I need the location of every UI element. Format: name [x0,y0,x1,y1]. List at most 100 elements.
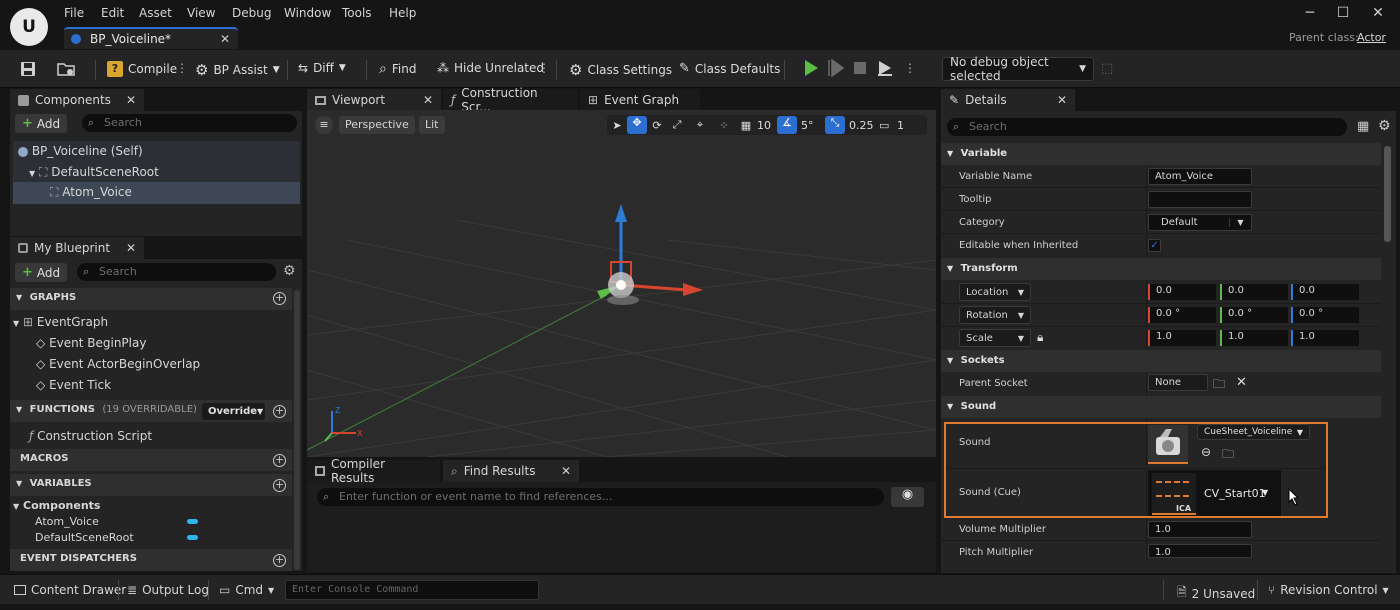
menu-view[interactable]: View [187,6,215,20]
tab-event-graph[interactable]: ⊞ Event Graph [580,89,700,111]
world-space-icon[interactable]: ⌖ [687,118,713,132]
event-graph-item[interactable]: ▼ ⊞ EventGraph [13,315,108,329]
table-view-icon[interactable]: ▦ [1357,119,1369,134]
scale-snap-value[interactable]: 0.25 [845,119,879,132]
tab-close-icon[interactable]: ✕ [220,32,230,46]
chevron-down-icon[interactable]: ▼ [1262,488,1268,497]
more-options-icon[interactable]: ⋮ [538,61,550,75]
graphs-section-header[interactable]: ▼ GRAPHS [10,288,292,310]
step-button[interactable] [828,59,844,77]
rotation-mode-dropdown[interactable]: Rotation ▼ [959,306,1031,324]
macros-section-header[interactable]: MACROS [10,449,292,471]
content-drawer-button[interactable]: Content Drawer [14,583,126,597]
gear-icon[interactable]: ⚙ [1378,118,1391,134]
tab-components[interactable]: Components ✕ [10,89,144,111]
camera-speed-icon[interactable]: ▭ [879,119,897,132]
location-z-field[interactable]: 0.0 [1291,284,1359,300]
location-y-field[interactable]: 0.0 [1220,284,1288,300]
transform-gizmo[interactable] [567,200,707,320]
close-icon[interactable]: ✕ [126,241,136,255]
play-button[interactable] [803,59,819,77]
scale-mode-icon[interactable]: ⤢ [667,118,687,132]
console-command-input[interactable]: Enter Console Command [285,580,539,600]
class-defaults-button[interactable]: ✎ Class Defaults [679,61,780,76]
components-search-input[interactable]: ⌕ Search [82,114,297,132]
sound-section-header[interactable]: ▼ Sound [941,396,1381,418]
category-combo[interactable]: Default ▼ [1148,214,1252,231]
rotation-z-field[interactable]: 0.0 ° [1291,307,1359,323]
details-search-input[interactable]: ⌕ Search [947,118,1347,136]
browse-content-icon[interactable] [57,61,75,77]
variable-item[interactable]: Atom_Voice [35,515,99,528]
volume-multiplier-field[interactable]: 1.0 [1148,521,1252,538]
output-log-button[interactable]: ≣ Output Log [127,583,209,597]
clear-icon[interactable]: ✕ [1236,375,1247,390]
find-button[interactable]: ⌕ Find [379,61,416,77]
sound-asset-picker[interactable]: CueSheet_Voiceline ▼ [1197,424,1310,440]
viewport[interactable]: ≡ Perspective Lit ➤ ✥ ⟳ ⤢ ⌖ ⁘ ▦ 10 ∡ 5° … [307,110,936,457]
variable-name-field[interactable]: Atom_Voice [1148,168,1252,185]
editable-inherited-checkbox[interactable]: ✓ [1148,239,1161,252]
close-icon[interactable]: ✕ [1057,93,1067,107]
add-blueprint-member-button[interactable]: + Add [15,263,68,282]
compile-options-icon[interactable]: ⋮ [176,61,188,75]
component-default-scene-root[interactable]: ▼ ⛶ DefaultSceneRoot [29,165,159,180]
minimize-button[interactable]: ─ [1299,5,1321,23]
gear-icon[interactable]: ⚙ [283,263,296,279]
add-graph-icon[interactable]: + [273,292,286,305]
menu-file[interactable]: File [64,6,84,20]
event-dispatchers-section-header[interactable]: EVENT DISPATCHERS [10,549,292,571]
variables-section-header[interactable]: ▼ VARIABLES [10,474,292,496]
transform-section-header[interactable]: ▼ Transform [941,258,1381,280]
add-dispatcher-icon[interactable]: + [273,554,286,567]
rotate-mode-icon[interactable]: ⟳ [647,119,667,132]
debug-object-select[interactable]: No debug object selected ▼ [942,55,1094,83]
rotation-snap-icon[interactable]: ∡ [777,116,797,134]
tab-find-results[interactable]: ⌕ Find Results ✕ [443,460,579,482]
maximize-button[interactable]: ☐ [1332,5,1354,23]
sound-thumbnail[interactable] [1148,425,1188,464]
grid-snap-icon[interactable]: ▦ [735,119,757,132]
close-window-button[interactable]: ✕ [1367,5,1389,23]
unreal-logo-icon[interactable]: U [10,8,48,46]
eject-button[interactable] [876,59,894,77]
tooltip-field[interactable] [1148,191,1252,208]
my-blueprint-scrollbar[interactable] [294,290,300,570]
scale-snap-icon[interactable]: ⤡ [825,116,845,134]
rotation-y-field[interactable]: 0.0 ° [1220,307,1288,323]
debug-filter-icon[interactable]: ⬚ [1101,61,1113,76]
use-selected-icon[interactable]: ⊖ [1201,445,1211,459]
revision-control-button[interactable]: ⑂ Revision Control ▼ [1268,583,1389,597]
perspective-button[interactable]: Perspective [339,116,415,134]
close-icon[interactable]: ✕ [126,93,136,107]
close-icon[interactable]: ✕ [561,464,571,478]
class-settings-button[interactable]: ⚙ Class Settings [569,61,672,79]
event-item[interactable]: ◇ Event BeginPlay [36,336,146,350]
location-mode-dropdown[interactable]: Location ▼ [959,283,1031,301]
tab-construction-script[interactable]: ƒ Construction Scr... [443,86,578,114]
tab-details[interactable]: ✎ Details ✕ [941,89,1075,111]
component-atom-voice[interactable]: ⛶ Atom_Voice [50,185,132,200]
pitch-multiplier-field[interactable]: 1.0 [1148,544,1252,558]
browse-folder-icon[interactable]: 🗀︎ [1222,445,1234,466]
variable-section-header[interactable]: ▼ Variable [941,143,1381,165]
lock-icon[interactable]: 🔒︎ [1037,330,1043,345]
translate-mode-icon[interactable]: ✥ [627,116,647,134]
menu-edit[interactable]: Edit [101,6,124,20]
menu-tools[interactable]: Tools [342,6,372,20]
add-macro-icon[interactable]: + [273,454,286,467]
stop-button[interactable] [853,60,867,76]
find-references-input[interactable]: ⌕ Enter function or event name to find r… [317,488,884,506]
compile-button[interactable]: ? Compile [107,61,177,77]
tab-bp-voiceline[interactable]: BP_Voiceline* ✕ [64,27,238,49]
parent-socket-field[interactable]: None [1148,374,1208,391]
parent-class-link[interactable]: Actor [1357,31,1386,44]
event-item[interactable]: ◇ Event ActorBeginOverlap [36,357,200,371]
menu-help[interactable]: Help [389,6,416,20]
add-function-icon[interactable]: + [273,405,286,418]
menu-debug[interactable]: Debug [232,6,271,20]
hide-unrelated-button[interactable]: ⁂ Hide Unrelated [437,61,544,75]
variable-item[interactable]: DefaultSceneRoot [35,531,134,544]
bp-assist-button[interactable]: ⚙ BP Assist ▼ [195,61,280,79]
tab-viewport[interactable]: Viewport ✕ [307,89,441,111]
